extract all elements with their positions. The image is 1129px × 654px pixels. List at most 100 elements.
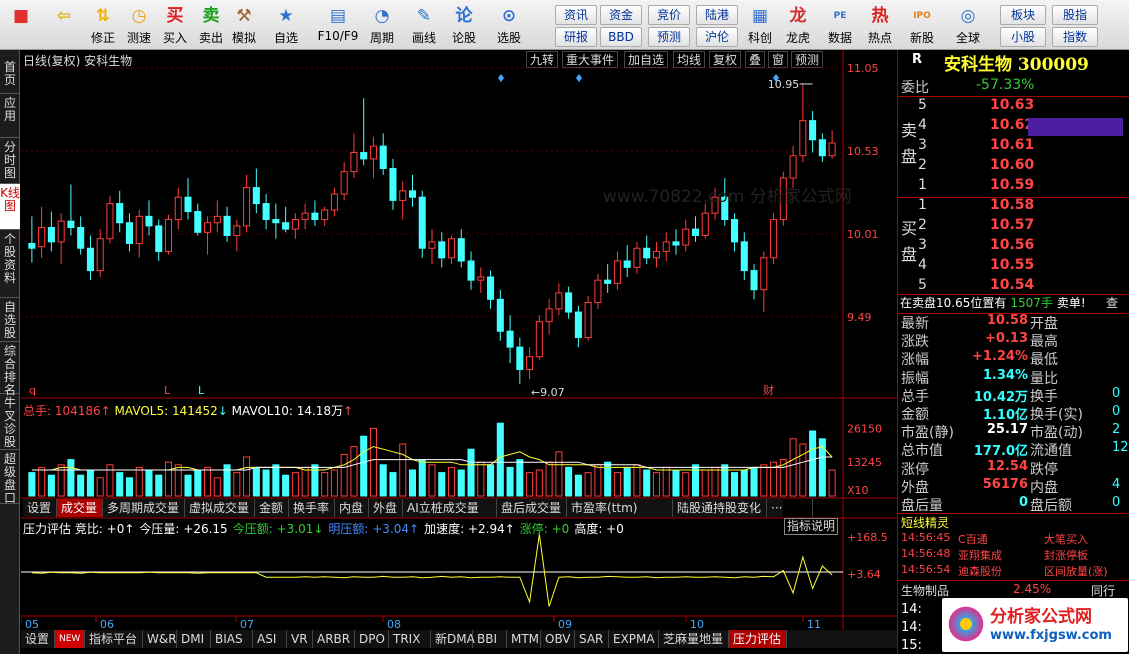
candle-body bbox=[106, 203, 114, 240]
left-nav-2[interactable]: 分时图 bbox=[0, 138, 20, 184]
volume-tab-9[interactable]: 盘后成交量 bbox=[497, 499, 567, 517]
quick-button-6[interactable]: 预测 bbox=[648, 27, 690, 47]
volume-tab-11[interactable]: 陆股通持股变化 bbox=[673, 499, 767, 517]
elf-stock: 亚翔集成 bbox=[958, 549, 1002, 562]
quick-button-2[interactable]: 竞价 bbox=[648, 5, 690, 25]
left-nav-8[interactable]: 超级盘口 bbox=[0, 450, 20, 505]
volume-tab-6[interactable]: 内盘 bbox=[335, 499, 369, 517]
stat-value-right: 4 bbox=[1112, 476, 1121, 492]
toolbar-button-globe[interactable]: ◎ 全球 bbox=[950, 2, 986, 48]
toolbar-button-ipo[interactable]: IPO 新股 bbox=[904, 2, 940, 48]
toolbar-button-clock[interactable]: ◷ 测速 bbox=[122, 2, 156, 48]
quick-button-1[interactable]: 资金 bbox=[600, 5, 642, 25]
indicator-tab-3[interactable]: W&R bbox=[143, 630, 177, 648]
quick-button-10[interactable]: 小股 bbox=[1000, 27, 1046, 47]
elf-row[interactable]: 14:56:48 亚翔集成 封涨停板 bbox=[898, 547, 1129, 563]
volume-tab-5[interactable]: 换手率 bbox=[289, 499, 335, 517]
toolbar-button-pe[interactable]: PE 数据 bbox=[822, 2, 858, 48]
bid-row: 4 10.55 bbox=[898, 257, 1129, 277]
volume-tab-10[interactable]: 市盈率(ttm) bbox=[567, 499, 673, 517]
notice-btn[interactable]: 查 bbox=[1106, 294, 1118, 312]
indicator-tab-2[interactable]: 指标平台 bbox=[85, 630, 143, 648]
left-nav-5[interactable]: 自选股 bbox=[0, 298, 20, 342]
volume-tab-12[interactable]: ··· bbox=[767, 499, 813, 517]
left-nav-0[interactable]: 首页 bbox=[0, 58, 20, 94]
quick-button-4[interactable]: 研报 bbox=[555, 27, 597, 47]
logo-text: 分析家公式网 bbox=[990, 607, 1092, 627]
indicator-tab-5[interactable]: BIAS bbox=[211, 630, 253, 648]
volume-tab-4[interactable]: 金额 bbox=[255, 499, 289, 517]
indicator-tab-0[interactable]: 设置 bbox=[21, 630, 55, 648]
indicator-tab-18[interactable]: 压力评估 bbox=[729, 630, 787, 648]
toolbar-button-forum[interactable]: 论论股 bbox=[446, 2, 482, 48]
indicator-tab-10[interactable]: TRIX bbox=[389, 630, 431, 648]
toolbar-button-kechuang[interactable]: ▦ 科创 bbox=[742, 2, 778, 48]
quick-button-9[interactable]: 股指 bbox=[1052, 5, 1098, 25]
volume-tab-1[interactable]: 成交量 bbox=[57, 499, 103, 517]
volume-tab-2[interactable]: 多周期成交量 bbox=[103, 499, 185, 517]
toolbar-button-gavel[interactable]: ⚒ 模拟 bbox=[228, 2, 260, 48]
quick-button-0[interactable]: 资讯 bbox=[555, 5, 597, 25]
toolbar-button-dragon[interactable]: 龙龙虎 bbox=[780, 2, 816, 48]
candle-body bbox=[399, 190, 407, 201]
toolbar-label: 修正 bbox=[90, 31, 115, 45]
elf-row[interactable]: 14:56:54 迪森股份 区间放量(涨) bbox=[898, 563, 1129, 579]
toolbar-button-back-arrow[interactable]: ⇦ bbox=[48, 2, 80, 48]
left-nav-1[interactable]: 应用 bbox=[0, 94, 20, 138]
volume-tab-3[interactable]: 虚拟成交量 bbox=[185, 499, 255, 517]
indicator-tab-8[interactable]: ARBR bbox=[313, 630, 355, 648]
left-nav-7[interactable]: 牛叉诊股 bbox=[0, 394, 20, 450]
event-diamond-icon[interactable] bbox=[576, 74, 582, 82]
indicator-tab-bar: 设置 NEW 指标平台 W&R DMI BIAS ASI VR ARBR DPO TRIX 新DMA B… bbox=[21, 630, 897, 648]
up-down-icon: ⇅ bbox=[95, 6, 111, 26]
volume-tab-8[interactable]: AI立桩成交量 bbox=[403, 499, 497, 517]
toolbar-button-hot[interactable]: 热热点 bbox=[862, 2, 898, 48]
volume-tab-7[interactable]: 外盘 bbox=[369, 499, 403, 517]
toolbar-button-magnifier[interactable]: ⊙ 选股 bbox=[488, 2, 530, 48]
quick-button-8[interactable]: 板块 bbox=[1000, 5, 1046, 25]
indicator-tab-12[interactable]: BBI bbox=[473, 630, 507, 648]
candle-body bbox=[272, 219, 280, 224]
toolbar-button-star[interactable]: ★ 自选 bbox=[266, 2, 306, 48]
toolbar-button-windows[interactable]: ■ bbox=[6, 2, 36, 48]
bid-level: 5 bbox=[918, 277, 927, 293]
stat-row: 振幅 1.34% 量比 bbox=[898, 368, 1129, 387]
toolbar-button-pen[interactable]: ✎ 画线 bbox=[406, 2, 442, 48]
indicator-tab-6[interactable]: ASI bbox=[253, 630, 287, 648]
quick-button-3[interactable]: 陆港 bbox=[696, 5, 738, 25]
toolbar-button-up-down[interactable]: ⇅ 修正 bbox=[86, 2, 120, 48]
stat-value: 1.10亿 bbox=[982, 408, 1028, 423]
event-diamond-icon[interactable] bbox=[498, 74, 504, 82]
toolbar-button-sell[interactable]: 卖卖出 bbox=[196, 2, 226, 48]
quick-button-7[interactable]: 沪伦 bbox=[696, 27, 738, 47]
windows-icon: ■ bbox=[12, 6, 30, 26]
quick-button-5[interactable]: BBD bbox=[600, 27, 642, 47]
indicator-tab-15[interactable]: SAR bbox=[575, 630, 609, 648]
indicator-tab-16[interactable]: EXPMA bbox=[609, 630, 659, 648]
left-nav-4[interactable]: 个股资料 bbox=[0, 230, 20, 298]
candle-body bbox=[574, 311, 582, 339]
candle-body bbox=[301, 212, 309, 221]
indicator-tab-1[interactable]: NEW bbox=[55, 630, 85, 648]
indicator-tab-14[interactable]: OBV bbox=[541, 630, 575, 648]
indicator-help-button[interactable]: 指标说明 bbox=[784, 518, 838, 535]
indicator-tab-9[interactable]: DPO bbox=[355, 630, 389, 648]
quick-button-11[interactable]: 指数 bbox=[1052, 27, 1098, 47]
indicator-legend-item: 明压额: +3.04↑ bbox=[328, 522, 420, 536]
toolbar-button-f10[interactable]: ▤ F10/F9 bbox=[316, 2, 360, 48]
toolbar-button-period[interactable]: ◔ 周期 bbox=[362, 2, 402, 48]
indicator-tab-7[interactable]: VR bbox=[287, 630, 313, 648]
indicator-tab-17[interactable]: 芝麻量地量 bbox=[659, 630, 729, 648]
volume-tab-0[interactable]: 设置 bbox=[23, 499, 57, 517]
left-nav-6[interactable]: 综合排名 bbox=[0, 342, 20, 397]
volume-bar bbox=[594, 464, 602, 497]
indicator-legend-item: 今压额: +3.01↓ bbox=[232, 522, 324, 536]
toolbar-button-buy[interactable]: 买买入 bbox=[160, 2, 190, 48]
candlestick-chart[interactable]: 11.05 10.53 10.01 9.49 10.95 ←9.07 q L L 财 www.708… bbox=[21, 50, 897, 630]
elf-row[interactable]: 14:56:45 C百通 大笔买入 bbox=[898, 531, 1129, 547]
indicator-tab-11[interactable]: 新DMA bbox=[431, 630, 475, 648]
indicator-tab-4[interactable]: DMI bbox=[177, 630, 211, 648]
indicator-tab-13[interactable]: MTM bbox=[507, 630, 541, 648]
left-nav-3[interactable]: K线图 bbox=[0, 184, 20, 230]
candle-body bbox=[223, 215, 231, 236]
